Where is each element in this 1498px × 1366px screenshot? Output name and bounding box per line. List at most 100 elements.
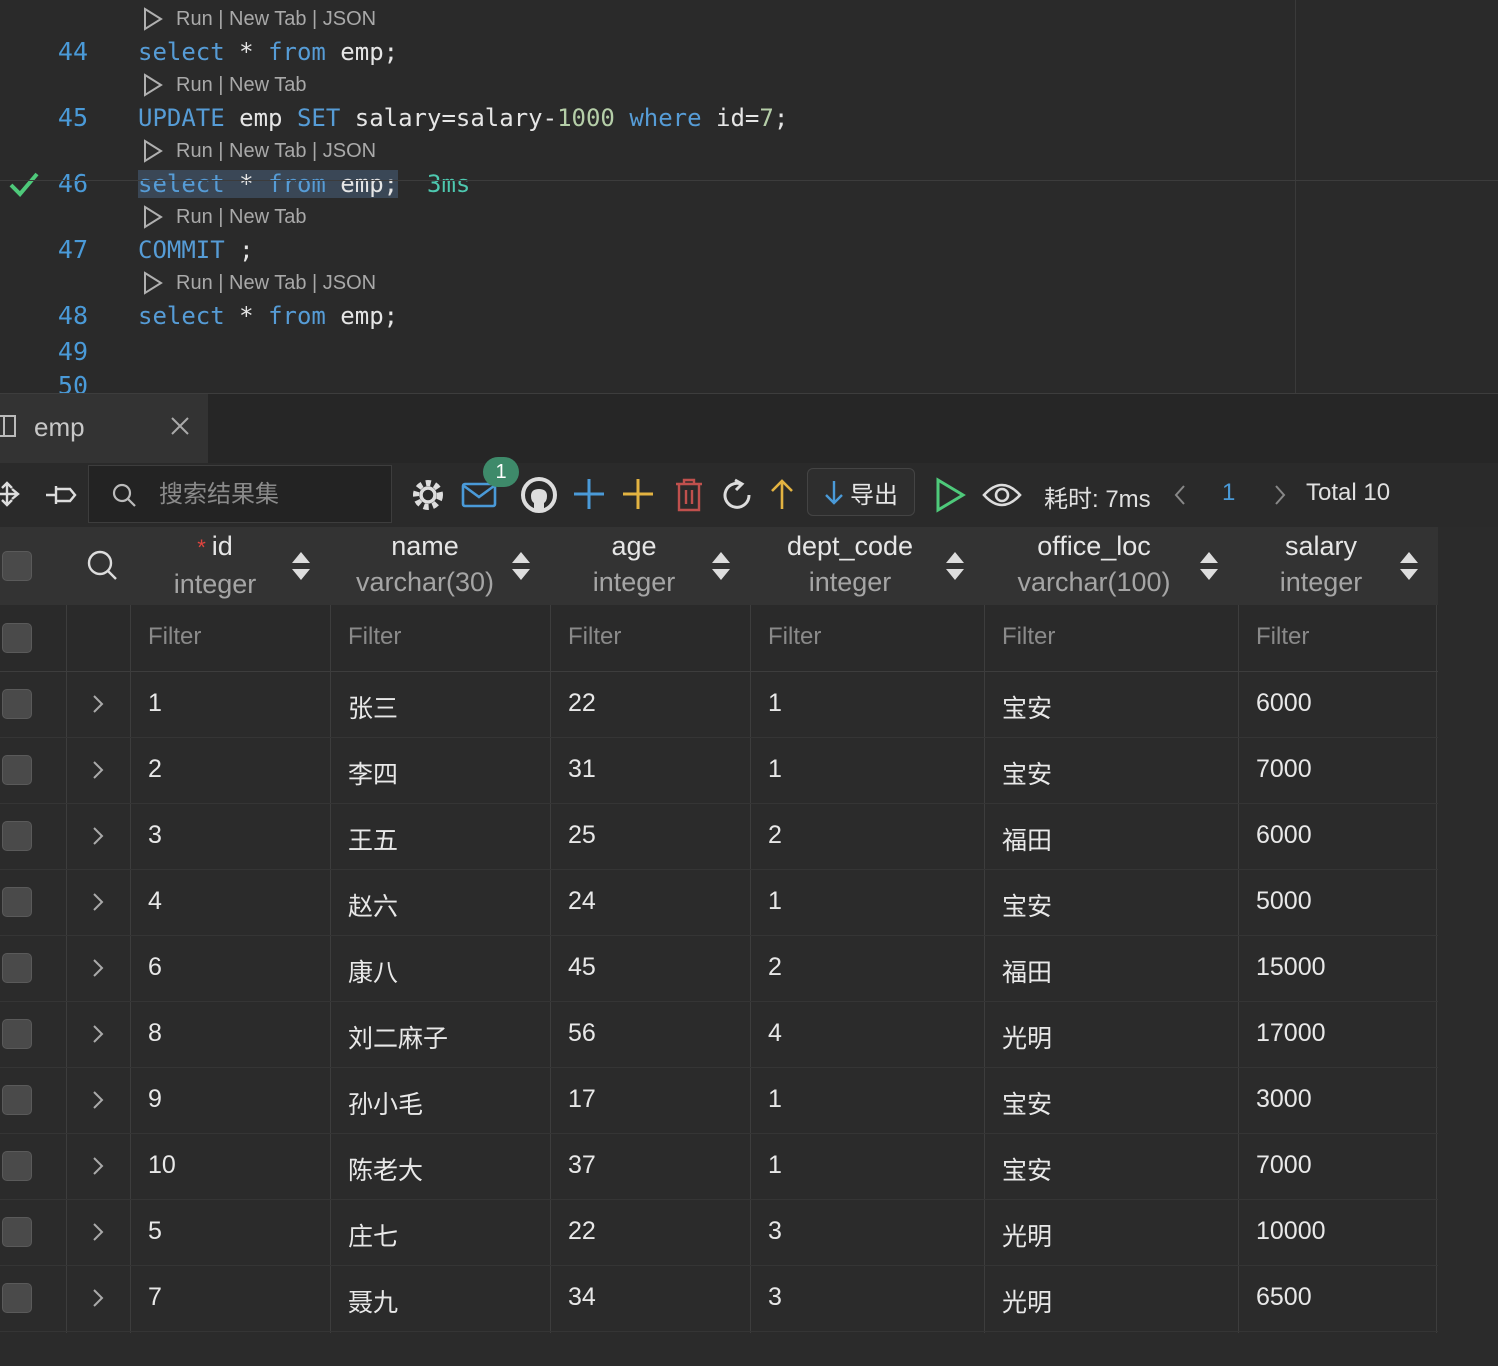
codelens[interactable]: Run | New Tab | JSON	[142, 268, 376, 298]
cell-id[interactable]: 7	[148, 1283, 162, 1312]
row-checkbox[interactable]	[2, 689, 32, 719]
table-row[interactable]: 8 刘二麻子 56 4 光明 17000	[0, 1001, 1438, 1068]
codelens-links[interactable]: Run | New Tab	[176, 74, 306, 97]
code-text[interactable]: select * from emp; 3ms	[138, 164, 470, 204]
cell-id[interactable]: 2	[148, 755, 162, 784]
cell-age[interactable]: 45	[568, 953, 596, 982]
cell-salary[interactable]: 7000	[1256, 1151, 1312, 1180]
expand-row-icon[interactable]	[90, 1089, 106, 1111]
filter-input[interactable]: Filter	[148, 623, 201, 651]
row-checkbox[interactable]	[2, 953, 32, 983]
codelens[interactable]: Run | New Tab	[142, 70, 306, 100]
cell-dept-code[interactable]: 2	[768, 953, 782, 982]
next-page-icon[interactable]	[1272, 483, 1288, 507]
delete-icon[interactable]	[673, 477, 705, 513]
row-checkbox[interactable]	[2, 887, 32, 917]
codelens-links[interactable]: Run | New Tab | JSON	[176, 140, 376, 163]
cell-dept-code[interactable]: 1	[768, 887, 782, 916]
cell-name[interactable]: 王五	[348, 821, 398, 857]
filter-input[interactable]: Filter	[348, 623, 401, 651]
sort-icon[interactable]	[710, 549, 732, 583]
column-header-age[interactable]: age integer	[550, 527, 718, 605]
cell-dept-code[interactable]: 1	[768, 755, 782, 784]
table-row[interactable]: 7 聂九 34 3 光明 6500	[0, 1265, 1438, 1332]
cell-salary[interactable]: 10000	[1256, 1217, 1326, 1246]
codelens-links[interactable]: Run | New Tab	[176, 206, 306, 229]
cell-name[interactable]: 李四	[348, 755, 398, 791]
code-text[interactable]: select * from emp;	[138, 32, 398, 72]
cell-office-loc[interactable]: 光明	[1002, 1019, 1052, 1055]
code-text[interactable]: select * from emp;	[138, 296, 398, 336]
cell-id[interactable]: 8	[148, 1019, 162, 1048]
table-row[interactable]: 9 孙小毛 17 1 宝安 3000	[0, 1067, 1438, 1134]
row-checkbox[interactable]	[2, 1151, 32, 1181]
export-button[interactable]: 导出	[807, 468, 915, 516]
cell-name[interactable]: 孙小毛	[348, 1085, 423, 1121]
cell-dept-code[interactable]: 3	[768, 1217, 782, 1246]
cell-office-loc[interactable]: 宝安	[1002, 1151, 1052, 1187]
filter-input[interactable]: Filter	[768, 623, 821, 651]
cell-office-loc[interactable]: 宝安	[1002, 755, 1052, 791]
prev-page-icon[interactable]	[1172, 483, 1188, 507]
eye-icon[interactable]	[982, 481, 1022, 509]
code-line-active[interactable]: 46 select * from emp; 3ms	[0, 164, 1498, 204]
table-row[interactable]: 6 康八 45 2 福田 15000	[0, 935, 1438, 1002]
search-input[interactable]	[157, 476, 381, 514]
sort-icon[interactable]	[290, 549, 312, 583]
code-line[interactable]: 47 COMMIT ;	[0, 230, 1498, 270]
cell-dept-code[interactable]: 2	[768, 821, 782, 850]
cell-name[interactable]: 聂九	[348, 1283, 398, 1319]
code-text[interactable]: COMMIT ;	[138, 230, 254, 270]
sql-editor[interactable]: Run | New Tab | JSON 44 select * from em…	[0, 0, 1498, 393]
page-number[interactable]: 1	[1222, 479, 1235, 507]
cell-name[interactable]: 庄七	[348, 1217, 398, 1253]
cell-id[interactable]: 9	[148, 1085, 162, 1114]
row-checkbox[interactable]	[2, 1283, 32, 1313]
pin-icon[interactable]	[44, 481, 78, 509]
cell-name[interactable]: 赵六	[348, 887, 398, 923]
table-row[interactable]: 4 赵六 24 1 宝安 5000	[0, 869, 1438, 936]
table-row[interactable]: 1 张三 22 1 宝安 6000	[0, 671, 1438, 738]
refresh-icon[interactable]	[721, 477, 755, 513]
expand-row-icon[interactable]	[90, 1221, 106, 1243]
close-icon[interactable]	[168, 414, 192, 438]
cell-salary[interactable]: 6000	[1256, 821, 1312, 850]
filter-input[interactable]: Filter	[568, 623, 621, 651]
table-row[interactable]: 2 李四 31 1 宝安 7000	[0, 737, 1438, 804]
cell-office-loc[interactable]: 宝安	[1002, 1085, 1052, 1121]
row-checkbox[interactable]	[2, 1085, 32, 1115]
expand-row-icon[interactable]	[90, 957, 106, 979]
cell-salary[interactable]: 5000	[1256, 887, 1312, 916]
cell-salary[interactable]: 6000	[1256, 689, 1312, 718]
cell-age[interactable]: 24	[568, 887, 596, 916]
row-checkbox[interactable]	[2, 821, 32, 851]
codelens[interactable]: Run | New Tab | JSON	[142, 4, 376, 34]
cell-age[interactable]: 37	[568, 1151, 596, 1180]
cell-office-loc[interactable]: 宝安	[1002, 689, 1052, 725]
search-box[interactable]	[88, 465, 392, 523]
arrow-up-icon[interactable]	[768, 477, 796, 511]
cell-age[interactable]: 31	[568, 755, 596, 784]
cell-name[interactable]: 康八	[348, 953, 398, 989]
codelens-links[interactable]: Run | New Tab | JSON	[176, 8, 376, 31]
cell-id[interactable]: 1	[148, 689, 162, 718]
code-line[interactable]: 48 select * from emp;	[0, 296, 1498, 336]
add-row-icon[interactable]	[572, 477, 606, 511]
table-row[interactable]: 5 庄七 22 3 光明 10000	[0, 1199, 1438, 1266]
sort-icon[interactable]	[510, 549, 532, 583]
gear-icon[interactable]	[410, 477, 446, 513]
codelens-links[interactable]: Run | New Tab | JSON	[176, 272, 376, 295]
column-header-id[interactable]: * id integer	[130, 527, 300, 605]
search-icon[interactable]	[86, 549, 118, 581]
cell-age[interactable]: 17	[568, 1085, 596, 1114]
code-text[interactable]: UPDATE emp SET salary=salary-1000 where …	[138, 98, 788, 138]
code-line[interactable]: 50	[0, 366, 1498, 393]
cell-id[interactable]: 4	[148, 887, 162, 916]
select-all-checkbox[interactable]	[2, 551, 32, 581]
cell-office-loc[interactable]: 光明	[1002, 1217, 1052, 1253]
cell-dept-code[interactable]: 3	[768, 1283, 782, 1312]
expand-row-icon[interactable]	[90, 891, 106, 913]
cell-id[interactable]: 10	[148, 1151, 176, 1180]
cell-dept-code[interactable]: 1	[768, 1085, 782, 1114]
filter-input[interactable]: Filter	[1256, 623, 1309, 651]
